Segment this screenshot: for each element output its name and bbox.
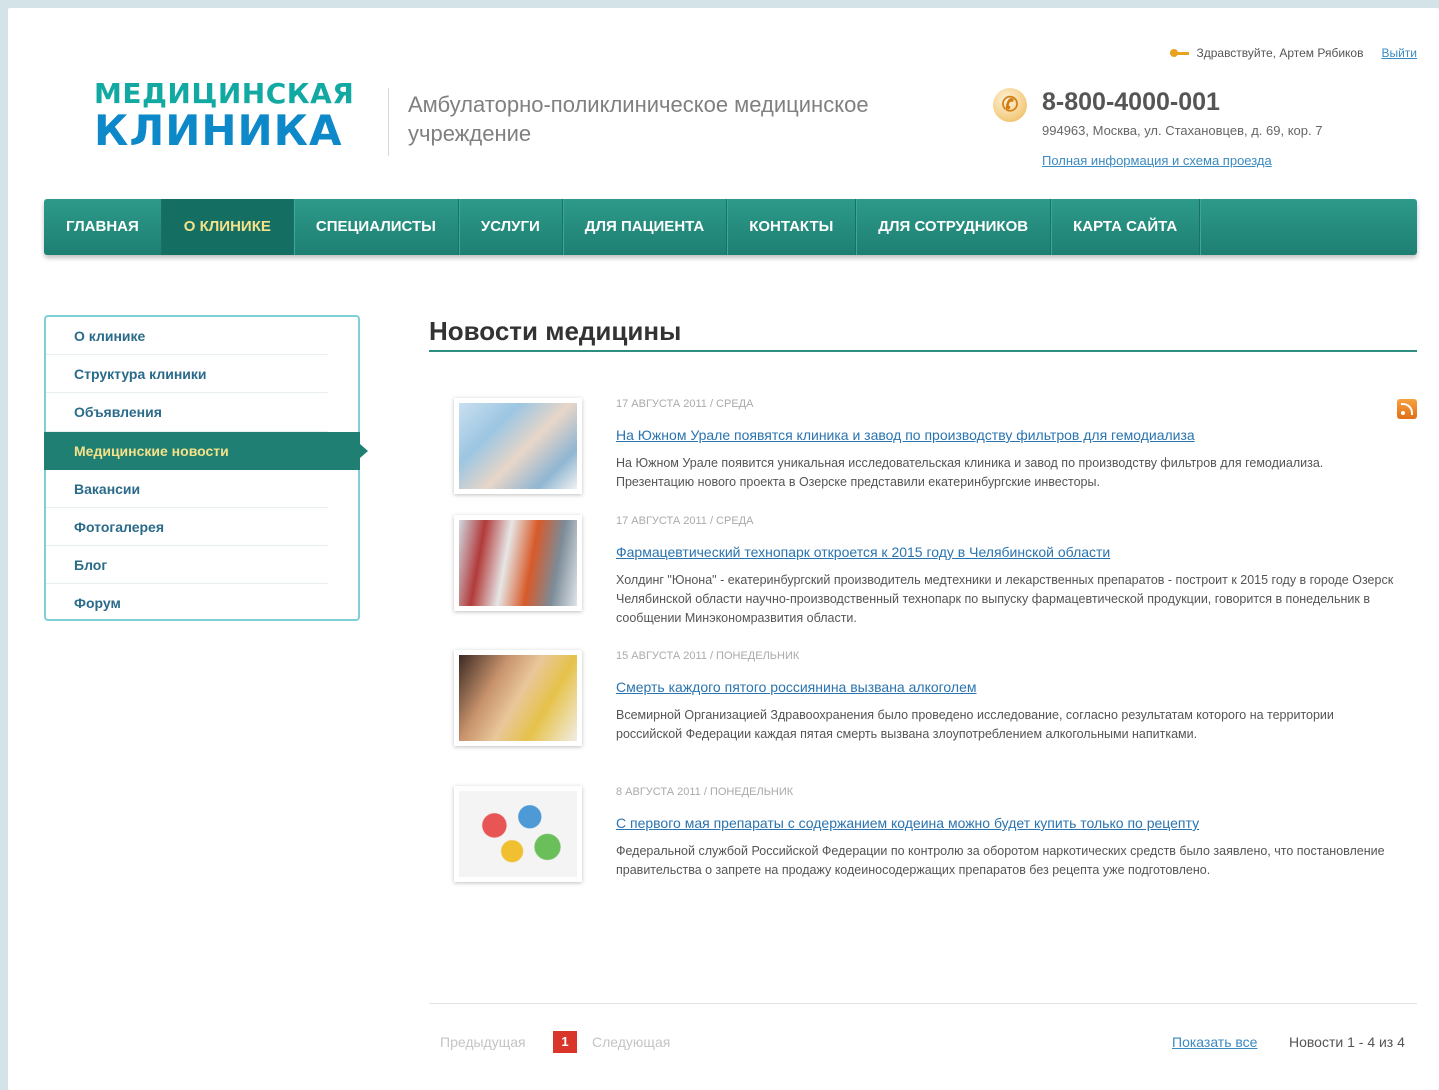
news-date: 15 августа 2011 / понедельник <box>616 650 800 662</box>
news-body: 8 августа 2011 / понедельник С первого м… <box>616 786 1396 880</box>
news-date: 17 августа 2011 / среда <box>616 515 754 527</box>
news-image <box>459 520 577 606</box>
main-nav: Главная О клинике Специалисты Услуги Для… <box>44 199 1417 255</box>
show-all-link[interactable]: Показать все <box>1172 1034 1257 1050</box>
sidebar-menu: О клинике Структура клиники Объявления М… <box>44 315 368 622</box>
nav-item-services[interactable]: Услуги <box>459 199 563 255</box>
news-title-link[interactable]: Фармацевтический технопарк откроется к 2… <box>616 543 1396 561</box>
news-date: 17 августа 2011 / среда <box>616 398 754 410</box>
news-thumbnail[interactable] <box>454 786 582 882</box>
greeting-text: Здравствуйте, Артем Рябиков <box>1196 46 1364 60</box>
news-text: Холдинг "Юнона" - екатеринбургский произ… <box>616 573 1394 625</box>
news-body: 15 августа 2011 / понедельник Смерть каж… <box>616 650 1396 744</box>
full-info-link[interactable]: Полная информация и схема проезда <box>1042 153 1272 168</box>
phone-number: 8-800-4000-001 <box>1042 88 1220 116</box>
phone-icon: ✆ <box>993 88 1027 122</box>
pager-next-link[interactable]: Следующая <box>592 1034 670 1050</box>
news-thumbnail[interactable] <box>454 650 582 746</box>
news-count: Новости 1 - 4 из 4 <box>1289 1034 1405 1050</box>
news-title-link[interactable]: С первого мая препараты с содержанием ко… <box>616 814 1396 832</box>
sidebar-item-blog[interactable]: Блог <box>46 546 328 585</box>
nav-item-staff[interactable]: Для сотрудников <box>856 199 1052 255</box>
sidebar-item-vacancies[interactable]: Вакансии <box>46 470 328 508</box>
clinic-logo[interactable]: МЕДИЦИНСКАЯ КЛИНИКА <box>94 80 354 152</box>
rss-icon[interactable] <box>1397 399 1417 419</box>
nav-item-specialists[interactable]: Специалисты <box>294 199 459 255</box>
news-text: Всемирной Организацией Здравоохранения б… <box>616 708 1334 741</box>
logo-bottom-text: КЛИНИКА <box>94 106 343 155</box>
logo-divider <box>388 88 389 156</box>
logo-top-text: МЕДИЦИНСКАЯ <box>94 77 355 110</box>
page-title: Новости медицины <box>429 316 682 346</box>
sidebar-item-about[interactable]: О клинике <box>46 317 328 356</box>
nav-item-contacts[interactable]: Контакты <box>727 199 857 255</box>
news-body: 17 августа 2011 / среда На Южном Урале п… <box>616 398 1396 492</box>
sidebar-item-announcements[interactable]: Объявления <box>46 393 328 432</box>
news-title-link[interactable]: На Южном Урале появятся клиника и завод … <box>616 426 1396 444</box>
news-text: На Южном Урале появится уникальная иссле… <box>616 456 1324 489</box>
news-thumbnail[interactable] <box>454 398 582 494</box>
logout-link[interactable]: Выйти <box>1381 46 1417 60</box>
sidebar-item-photogallery[interactable]: Фотогалерея <box>46 508 328 547</box>
sidebar-item-medical-news[interactable]: Медицинские новости <box>44 431 368 470</box>
news-thumbnail[interactable] <box>454 515 582 611</box>
pager-divider <box>429 1003 1417 1004</box>
page: Здравствуйте, Артем Рябиков Выйти МЕДИЦИ… <box>8 8 1439 1090</box>
news-body: 17 августа 2011 / среда Фармацевтический… <box>616 515 1396 628</box>
news-text: Федеральной службой Российской Федерации… <box>616 844 1385 877</box>
news-image <box>459 791 577 877</box>
news-image <box>459 403 577 489</box>
news-date: 8 августа 2011 / понедельник <box>616 786 794 798</box>
pager-current-page[interactable]: 1 <box>553 1031 577 1053</box>
user-bar: Здравствуйте, Артем Рябиков Выйти <box>1170 46 1417 60</box>
nav-item-patients[interactable]: Для пациента <box>563 199 728 255</box>
pager-prev-link[interactable]: Предыдущая <box>440 1034 526 1050</box>
nav-item-about[interactable]: О клинике <box>161 199 294 255</box>
nav-item-sitemap[interactable]: Карта сайта <box>1051 199 1201 255</box>
sidebar-item-forum[interactable]: Форум <box>46 584 328 622</box>
sidebar-item-structure[interactable]: Структура клиники <box>46 355 328 394</box>
tagline: Амбулаторно-поликлиническое медицинское … <box>408 92 869 146</box>
nav-item-home[interactable]: Главная <box>44 199 162 255</box>
news-image <box>459 655 577 741</box>
key-icon <box>1170 48 1190 58</box>
title-divider <box>429 350 1417 352</box>
news-title-link[interactable]: Смерть каждого пятого россиянина вызвана… <box>616 678 1396 696</box>
address: 994963, Москва, ул. Стахановцев, д. 69, … <box>1042 123 1323 138</box>
